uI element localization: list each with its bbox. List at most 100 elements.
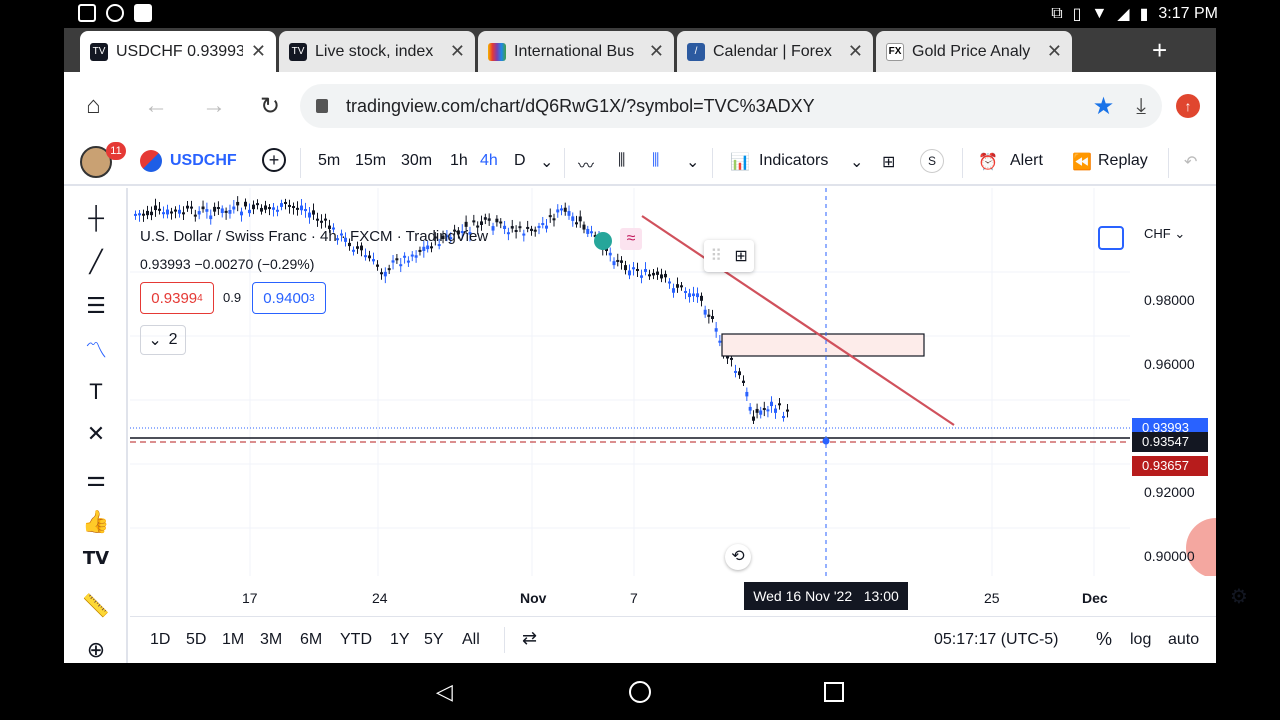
indicators-dropdown-icon[interactable]: ⌄ (850, 152, 863, 172)
indicator-toggle[interactable]: ⌄ 2 (140, 325, 186, 355)
strategy-button[interactable]: S (920, 149, 944, 173)
floating-drawing-toolbar[interactable]: ⠿ ⊞ (704, 240, 754, 272)
alert-button[interactable]: Alert (1010, 152, 1043, 170)
price-tick: 0.90000 (1144, 548, 1195, 564)
range-1y[interactable]: 1Y (390, 631, 410, 649)
candle-body (755, 408, 759, 413)
time-axis[interactable]: 17 24 Nov 7 Wed 16 Nov '22 13:00 25 Dec … (130, 576, 1248, 616)
indicators-icon[interactable]: 📊 (730, 152, 750, 172)
range-5d[interactable]: 5D (186, 631, 206, 649)
close-icon[interactable]: ✕ (450, 41, 465, 62)
interval-15m[interactable]: 15m (355, 152, 386, 170)
whatsapp-icon (106, 4, 124, 22)
interval-d[interactable]: D (514, 152, 526, 170)
close-icon[interactable]: ✕ (1047, 41, 1062, 62)
update-icon[interactable]: ↑ (1176, 94, 1200, 118)
candle-body (774, 408, 777, 413)
text-tool-icon[interactable]: T (80, 376, 112, 408)
forward-icon[interactable]: → (202, 92, 226, 120)
close-icon[interactable]: ✕ (649, 41, 664, 62)
candles-icon[interactable]: ⫼ (652, 152, 659, 170)
bookmark-star-icon[interactable]: ★ (1093, 92, 1115, 121)
pattern-icon[interactable]: 〽 (80, 333, 112, 365)
range-ytd[interactable]: YTD (340, 631, 372, 649)
candle-body (711, 316, 714, 319)
range-all[interactable]: All (462, 631, 480, 649)
candle-body (213, 206, 217, 212)
close-icon[interactable]: ✕ (251, 41, 266, 62)
range-5y[interactable]: 5Y (424, 631, 444, 649)
data-window-icon[interactable]: ≈ (620, 228, 642, 250)
candle-body (252, 204, 255, 210)
interval-30m[interactable]: 30m (401, 152, 432, 170)
reset-chart-button[interactable]: ⟲ (725, 544, 751, 570)
home-nav-icon[interactable] (629, 681, 651, 703)
replay-button[interactable]: Replay (1098, 152, 1148, 170)
trend-line[interactable] (641, 215, 955, 426)
fib-retracement-icon[interactable]: ☰ (80, 290, 112, 322)
replay-icon[interactable]: ⏪ (1072, 152, 1092, 172)
back-nav-icon[interactable]: ◁ (436, 679, 453, 705)
object-tree-icon[interactable]: ⊞ (734, 246, 747, 266)
ruler-icon[interactable]: 📏 (80, 590, 112, 622)
interval-1h[interactable]: 1h (450, 152, 468, 170)
forecast-icon[interactable]: ⚌ (80, 463, 112, 495)
download-icon[interactable]: ⤓ (1136, 93, 1146, 119)
tab-usdchf[interactable]: TV USDCHF 0.93993 ✕ (80, 31, 276, 72)
chart-pane[interactable]: U.S. Dollar / Swiss Franc · 4h · FXCM · … (130, 188, 1216, 608)
settings-gear-icon[interactable]: ⚙ (1230, 584, 1248, 609)
drag-handle-icon[interactable]: ⠿ (710, 246, 722, 266)
xabcd-pattern-icon[interactable]: ✕ (80, 418, 112, 450)
interval-dropdown-icon[interactable]: ⌄ (540, 152, 553, 172)
price-chart[interactable] (130, 188, 1216, 608)
new-tab-button[interactable]: + (1152, 36, 1167, 64)
range-6m[interactable]: 6M (300, 631, 322, 649)
indicators-button[interactable]: Indicators (759, 152, 828, 170)
cast-icon: ⧉ (1051, 5, 1063, 22)
symbol-search-button[interactable]: USDCHF (170, 152, 237, 170)
back-icon[interactable]: ← (144, 92, 168, 120)
crosshair-icon[interactable]: ┼ (80, 202, 112, 234)
recents-nav-icon[interactable] (824, 682, 844, 702)
thumbs-up-icon[interactable]: 👍 (80, 506, 112, 538)
tab-gold-price[interactable]: FX Gold Price Analy ✕ (876, 31, 1072, 72)
line-chart-icon[interactable]: 〰 (578, 152, 594, 176)
divider (962, 148, 963, 178)
screenshot-icon[interactable] (1098, 226, 1124, 250)
tab-live-stock[interactable]: TV Live stock, index ✕ (279, 31, 475, 72)
auto-scale-toggle[interactable]: auto (1168, 631, 1199, 649)
forexfactory-icon: / (687, 42, 705, 61)
tab-calendar-forex[interactable]: / Calendar | Forex ✕ (677, 31, 873, 72)
buy-button[interactable]: 0.9400 3 (252, 282, 326, 314)
trendline-icon[interactable]: ╱ (80, 246, 112, 278)
spread-value: 0.9 (223, 290, 242, 305)
reload-icon[interactable]: ↻ (260, 92, 280, 121)
undo-icon[interactable]: ↶ (1184, 152, 1197, 172)
interval-5m[interactable]: 5m (318, 152, 340, 170)
tradingview-icon: TV (289, 42, 307, 61)
close-icon[interactable]: ✕ (848, 41, 863, 62)
sell-button[interactable]: 0.9399 4 (140, 282, 214, 314)
range-1d[interactable]: 1D (150, 631, 170, 649)
alarm-clock-icon[interactable]: ⏰ (978, 152, 998, 172)
currency-selector[interactable]: CHF ⌄ (1144, 226, 1185, 242)
address-bar[interactable]: tradingview.com/chart/dQ6RwG1X/?symbol=T… (300, 84, 1162, 128)
compare-symbol-button[interactable]: + (262, 148, 286, 172)
candle-body (383, 271, 387, 277)
percent-scale-toggle[interactable]: % (1096, 629, 1112, 650)
range-1m[interactable]: 1M (222, 631, 244, 649)
log-scale-toggle[interactable]: log (1130, 631, 1151, 649)
chart-type-dropdown-icon[interactable]: ⌄ (686, 152, 699, 172)
goto-date-icon[interactable]: ⇄ (522, 628, 537, 649)
candle-body (480, 221, 483, 225)
range-3m[interactable]: 3M (260, 631, 282, 649)
layout-grid-icon[interactable]: ⊞ (882, 152, 895, 172)
timezone-clock[interactable]: 05:17:17 (UTC-5) (934, 631, 1059, 649)
tab-international-business[interactable]: International Bus ✕ (478, 31, 674, 72)
candle-body (356, 246, 359, 249)
interval-4h[interactable]: 4h (480, 152, 498, 170)
bar-chart-icon[interactable]: ⫼ (618, 152, 625, 170)
candle-body (571, 216, 575, 221)
zoom-in-icon[interactable]: ⊕ (80, 634, 112, 666)
home-icon[interactable]: ⌂ (86, 92, 101, 120)
